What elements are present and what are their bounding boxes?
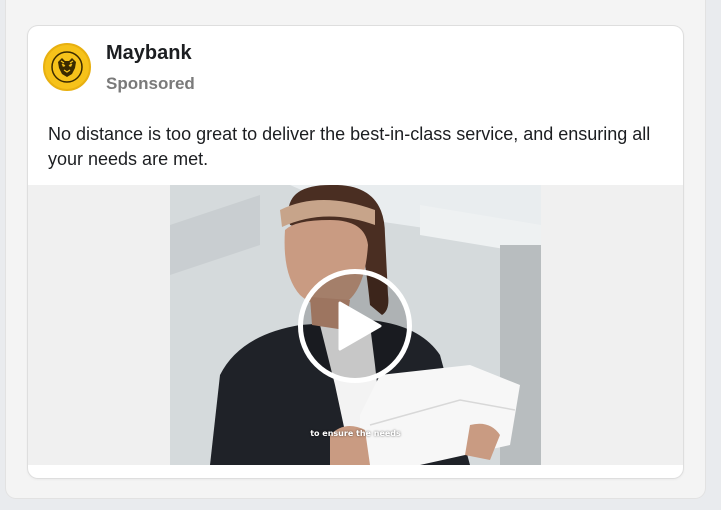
video-player[interactable]: to ensure the needs: [170, 185, 541, 465]
post-header: Maybank Sponsored: [28, 26, 683, 116]
play-icon: [338, 301, 382, 351]
post-caption: No distance is too great to deliver the …: [48, 124, 651, 169]
play-button[interactable]: [298, 269, 412, 383]
video-subtitle: to ensure the needs: [310, 429, 401, 438]
sponsored-post-card: Maybank Sponsored No distance is too gre…: [28, 26, 683, 478]
advertiser-avatar[interactable]: [43, 43, 91, 91]
sponsored-label: Sponsored: [106, 74, 195, 93]
tiger-logo-icon: [48, 48, 86, 86]
advertiser-name[interactable]: Maybank: [106, 42, 192, 65]
media-area: to ensure the needs: [28, 185, 683, 465]
